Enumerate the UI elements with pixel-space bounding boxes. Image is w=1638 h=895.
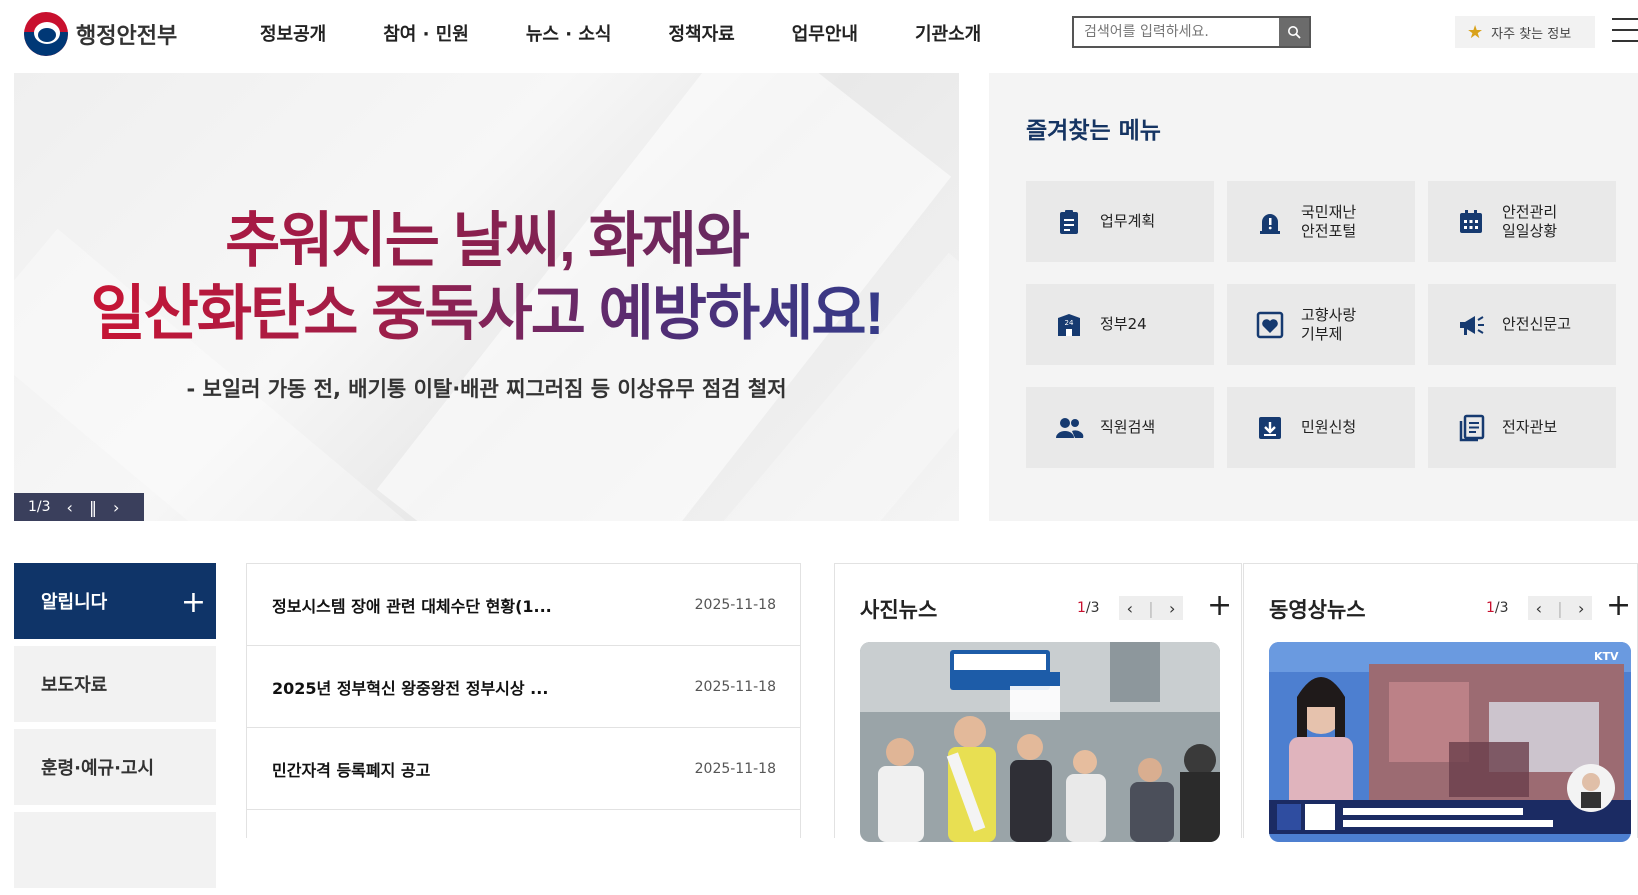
quick-item-hometown-donation[interactable]: 고향사랑 기부제 xyxy=(1227,284,1415,365)
tab-more[interactable] xyxy=(14,812,216,888)
main-banner[interactable]: 추워지는 날씨, 화재와 일산화탄소 중독사고 예방하세요! - 보일러 가동 … xyxy=(14,73,959,521)
banner-pager: 1/3 ‹ ‖ › xyxy=(14,493,144,521)
notice-date: 2025-11-18 xyxy=(694,596,776,613)
tab-announcements[interactable]: 알립니다 + xyxy=(14,563,216,639)
quick-item-gov24[interactable]: 24 정부24 xyxy=(1026,284,1214,365)
video-news-panel: 동영상뉴스 1/3 ‹ | › + KTV xyxy=(1243,563,1638,842)
nav-item-policy[interactable]: 정책자료 xyxy=(669,20,735,46)
quick-item-disaster-portal[interactable]: 국민재난 안전포털 xyxy=(1227,181,1415,262)
download-box-icon xyxy=(1259,416,1281,439)
prev-icon[interactable]: ‹ xyxy=(1127,599,1133,618)
tab-press-releases[interactable]: 보도자료 xyxy=(14,646,216,722)
list-item[interactable]: 2025년 정부혁신 왕중왕전 정부시상 ... 2025-11-18 xyxy=(247,646,800,728)
plus-icon[interactable]: + xyxy=(1207,588,1232,623)
people-icon xyxy=(1056,417,1084,438)
tab-label: 훈령·예규·고시 xyxy=(41,758,155,779)
nav-item-business[interactable]: 업무안내 xyxy=(792,20,858,46)
quick-item-label: 업무계획 xyxy=(1100,212,1156,230)
logo-text: 행정안전부 xyxy=(76,24,178,49)
prev-icon[interactable]: ‹ xyxy=(67,498,73,517)
hamburger-menu-icon[interactable] xyxy=(1612,18,1638,44)
photo-news-title: 사진뉴스 xyxy=(860,598,938,622)
pause-icon[interactable]: ‖ xyxy=(89,498,97,517)
banner-headline-2: 일산화탄소 중독사고 예방하세요! xyxy=(14,278,959,350)
photo-news-panel: 사진뉴스 1/3 ‹ | › + xyxy=(834,563,1242,842)
video-news-thumbnail[interactable]: KTV xyxy=(1269,642,1631,842)
favorites-label: 자주 찾는 정보 xyxy=(1491,26,1572,42)
notice-title: 정보시스템 장애 관련 대체수단 현황(1... xyxy=(272,596,552,616)
banner-page-indicator: 1/3 xyxy=(28,499,51,515)
video-news-nav: ‹ | › xyxy=(1528,596,1592,620)
quick-item-daily-safety[interactable]: 안전관리 일일상황 xyxy=(1428,181,1616,262)
quick-item-label: 안전관리 일일상황 xyxy=(1502,202,1558,240)
star-icon: ★ xyxy=(1467,21,1484,43)
banner-subtitle: - 보일러 가동 전, 배기통 이탈·배관 찌그러짐 등 이상유무 점검 철저 xyxy=(186,377,787,401)
clipboard-icon xyxy=(1060,209,1078,234)
document-list-icon xyxy=(1459,414,1485,441)
nav-item-news[interactable]: 뉴스 · 소식 xyxy=(526,20,612,46)
tab-regulations[interactable]: 훈령·예규·고시 xyxy=(14,729,216,805)
video-news-pager: 1/3 xyxy=(1486,600,1509,616)
quick-item-label: 고향사랑 기부제 xyxy=(1301,305,1357,343)
quick-item-label: 직원검색 xyxy=(1100,418,1156,436)
next-icon[interactable]: › xyxy=(113,498,119,517)
quick-item-label: 안전신문고 xyxy=(1502,315,1572,333)
video-news-title: 동영상뉴스 xyxy=(1269,598,1366,622)
list-item[interactable]: 민간자격 등록폐지 공고 2025-11-18 xyxy=(247,728,800,810)
nav-item-info-disclosure[interactable]: 정보공개 xyxy=(260,20,326,46)
photo-news-thumbnail[interactable] xyxy=(860,642,1220,842)
heart-icon xyxy=(1256,311,1284,338)
quick-item-civil-petition[interactable]: 민원신청 xyxy=(1227,387,1415,468)
quick-item-label: 정부24 xyxy=(1100,315,1147,333)
banner-headline-1: 추워지는 날씨, 화재와 xyxy=(14,205,959,277)
search-box xyxy=(1072,16,1311,48)
notice-list: 정보시스템 장애 관련 대체수단 현황(1... 2025-11-18 2025… xyxy=(246,563,801,838)
quick-item-work-plan[interactable]: 업무계획 xyxy=(1026,181,1214,262)
plus-icon[interactable]: + xyxy=(181,585,206,620)
notice-date: 2025-11-18 xyxy=(694,760,776,777)
page-current: 1 xyxy=(1486,600,1495,616)
main-nav: 정보공개 참여 · 민원 뉴스 · 소식 정책자료 업무안내 기관소개 xyxy=(260,20,1038,46)
page-total: /3 xyxy=(1085,600,1100,616)
search-input[interactable] xyxy=(1074,18,1279,46)
calendar-icon xyxy=(1460,209,1482,233)
search-icon xyxy=(1288,26,1301,39)
notice-date: 2025-11-18 xyxy=(694,678,776,695)
quick-menu-panel: 즐겨찾는 메뉴 업무계획 국민재난 안전포털 안전관리 일일상황 24 정부24… xyxy=(989,73,1638,521)
favorites-button[interactable]: ★ 자주 찾는 정보 xyxy=(1455,16,1595,48)
svg-text:24: 24 xyxy=(1065,319,1074,327)
quick-menu-title: 즐겨찾는 메뉴 xyxy=(1026,118,1161,144)
site-header: 행정안전부 정보공개 참여 · 민원 뉴스 · 소식 정책자료 업무안내 기관소… xyxy=(0,0,1638,66)
notice-title: 민간자격 등록폐지 공고 xyxy=(272,760,431,780)
next-icon[interactable]: › xyxy=(1169,599,1175,618)
site-logo[interactable]: 행정안전부 xyxy=(24,12,177,56)
taegeuk-logo-icon xyxy=(24,12,68,56)
plus-icon[interactable]: + xyxy=(1606,588,1631,623)
photo-news-nav: ‹ | › xyxy=(1119,596,1183,620)
quick-item-official-gazette[interactable]: 전자관보 xyxy=(1428,387,1616,468)
quick-item-label: 전자관보 xyxy=(1502,418,1558,436)
nav-item-about[interactable]: 기관소개 xyxy=(915,20,981,46)
tab-label: 알립니다 xyxy=(41,592,108,613)
page-current: 1 xyxy=(1077,600,1086,616)
prev-icon[interactable]: ‹ xyxy=(1536,599,1542,618)
quick-item-label: 민원신청 xyxy=(1301,418,1357,436)
alarm-icon xyxy=(1260,213,1280,234)
svg-text:KTV: KTV xyxy=(1594,650,1619,663)
megaphone-icon xyxy=(1460,315,1484,335)
photo-news-pager: 1/3 xyxy=(1077,600,1100,616)
notice-tabs: 알립니다 + 보도자료 훈령·예규·고시 xyxy=(14,563,216,895)
nav-item-participation[interactable]: 참여 · 민원 xyxy=(383,20,469,46)
quick-item-staff-search[interactable]: 직원검색 xyxy=(1026,387,1214,468)
next-icon[interactable]: › xyxy=(1578,599,1584,618)
quick-item-safety-report[interactable]: 안전신문고 xyxy=(1428,284,1616,365)
search-button[interactable] xyxy=(1279,18,1309,46)
list-item[interactable]: 정보시스템 장애 관련 대체수단 현황(1... 2025-11-18 xyxy=(247,564,800,646)
quick-item-label: 국민재난 안전포털 xyxy=(1301,202,1357,240)
page-total: /3 xyxy=(1494,600,1509,616)
building-24-icon: 24 xyxy=(1058,313,1080,336)
notice-title: 2025년 정부혁신 왕중왕전 정부시상 ... xyxy=(272,678,549,698)
tab-label: 보도자료 xyxy=(41,675,108,696)
